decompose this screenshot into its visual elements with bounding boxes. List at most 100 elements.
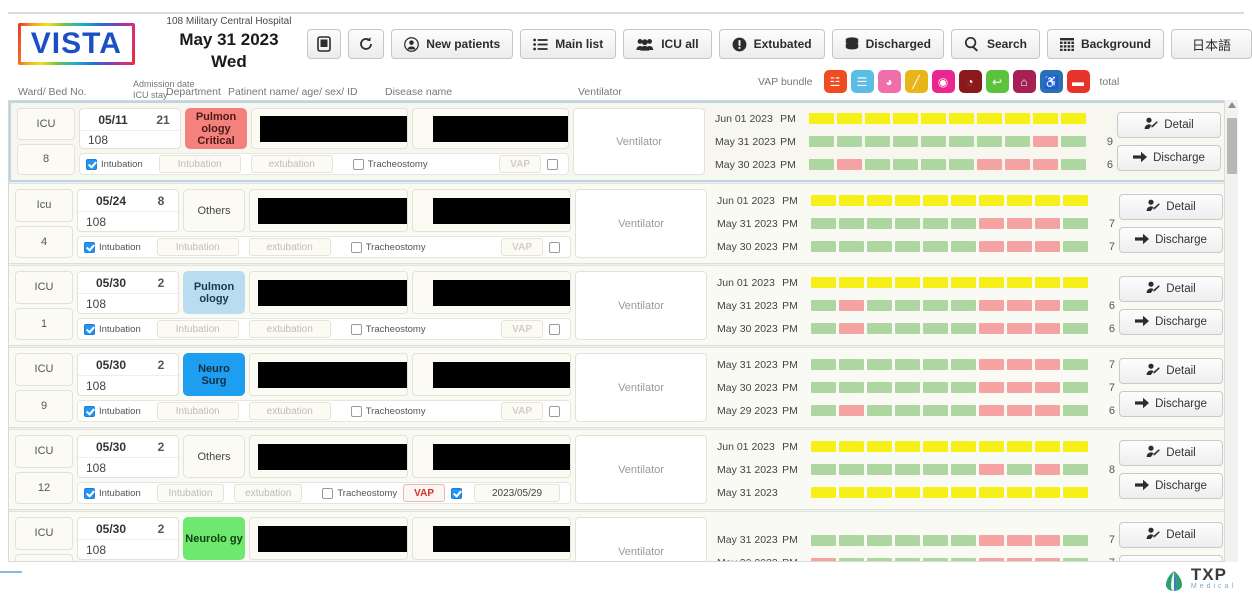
intubation-checkbox-item[interactable]: Intubation	[84, 405, 141, 417]
bundle-cell[interactable]	[837, 159, 863, 170]
bundle-cell[interactable]	[979, 534, 1005, 546]
bundle-cell[interactable]	[949, 159, 975, 170]
bundle-cell[interactable]	[839, 323, 865, 334]
detail-button[interactable]: Detail	[1119, 522, 1223, 548]
intubation-button[interactable]: Intubation	[158, 155, 241, 173]
detail-button[interactable]: Detail	[1119, 440, 1223, 466]
bundle-cell[interactable]	[811, 441, 837, 452]
hand-hygiene-icon[interactable]: ☳	[823, 70, 847, 93]
bundle-cell[interactable]	[1035, 487, 1061, 498]
bundle-cell[interactable]	[1063, 359, 1089, 370]
intubation-button[interactable]: Intubation	[156, 484, 225, 502]
detail-button[interactable]: Detail	[1119, 358, 1223, 384]
cuff-pressure-icon[interactable]: ◉	[931, 70, 955, 93]
bundle-cell[interactable]	[951, 218, 977, 229]
patient-row[interactable]: Icu 4 05/24 8 108 Others Intubation Intubation e…	[9, 183, 1229, 264]
bundle-cell[interactable]	[837, 113, 863, 124]
bundle-cell[interactable]	[951, 405, 977, 416]
bundle-cell[interactable]	[923, 464, 949, 475]
bundle-cell[interactable]	[1035, 277, 1061, 288]
bundle-cell[interactable]	[867, 441, 893, 452]
bundle-cell[interactable]	[923, 441, 949, 452]
bundle-cell[interactable]	[923, 359, 949, 370]
bundle-cell[interactable]	[979, 277, 1005, 288]
bundle-cell[interactable]	[923, 300, 949, 311]
tracheostomy-checkbox[interactable]	[350, 405, 362, 417]
vap-date-field[interactable]: 2023/05/29	[474, 484, 560, 502]
discharge-button[interactable]: Discharge	[1117, 145, 1221, 171]
bundle-cell[interactable]	[1007, 300, 1033, 311]
extubation-button[interactable]: extubation	[248, 402, 331, 420]
bundle-cell[interactable]	[1063, 241, 1089, 252]
bundle-cell[interactable]	[895, 534, 921, 546]
bundle-cell[interactable]	[923, 557, 949, 561]
oral-care-icon[interactable]: ◕	[877, 70, 901, 93]
bundle-cell[interactable]	[867, 300, 893, 311]
bundle-cell[interactable]	[1033, 113, 1059, 124]
bundle-cell[interactable]	[867, 195, 893, 206]
bundle-cell[interactable]	[951, 441, 977, 452]
bundle-cell[interactable]	[979, 195, 1005, 206]
bundle-cell[interactable]	[811, 464, 837, 475]
bundle-cell[interactable]	[923, 218, 949, 229]
bundle-cell[interactable]	[923, 534, 949, 546]
bundle-cell[interactable]	[867, 382, 893, 393]
bundle-cell[interactable]	[979, 218, 1005, 229]
bundle-cell[interactable]	[1007, 218, 1033, 229]
bundle-cell[interactable]	[1007, 382, 1033, 393]
bundle-cell[interactable]	[811, 534, 837, 546]
bundle-cell[interactable]	[923, 487, 949, 498]
bundle-cell[interactable]	[951, 359, 977, 370]
bundle-cell[interactable]	[839, 557, 865, 561]
intubation-button[interactable]: Intubation	[156, 402, 239, 420]
bundle-cell[interactable]	[839, 464, 865, 475]
refresh-button[interactable]	[348, 29, 385, 59]
bundle-cell[interactable]	[1063, 441, 1089, 452]
bundle-cell[interactable]	[867, 241, 893, 252]
bundle-cell[interactable]	[1007, 323, 1033, 334]
vap-button[interactable]: VAP	[501, 320, 543, 338]
discharged-button[interactable]: Discharged	[831, 29, 944, 59]
bundle-cell[interactable]	[839, 359, 865, 370]
bundle-cell[interactable]	[895, 323, 921, 334]
bundle-cell[interactable]	[923, 241, 949, 252]
extubated-button[interactable]: Extubated	[718, 29, 825, 59]
vap-checkbox[interactable]	[547, 158, 558, 170]
language-button[interactable]: 日本語	[1170, 29, 1252, 59]
discharge-button[interactable]: Discharge	[1119, 309, 1223, 335]
intubation-checkbox-item[interactable]: Intubation	[86, 158, 143, 170]
bundle-cell[interactable]	[1063, 195, 1089, 206]
bundle-cell[interactable]	[1005, 113, 1031, 124]
search-button[interactable]: Search	[950, 29, 1040, 59]
vap-button[interactable]: VAP	[501, 402, 543, 420]
bundle-cell[interactable]	[921, 113, 947, 124]
bundle-cell[interactable]	[951, 195, 977, 206]
tablet-view-button[interactable]	[307, 29, 342, 59]
bundle-cell[interactable]	[1007, 534, 1033, 546]
bundle-cell[interactable]	[811, 382, 837, 393]
intubation-checkbox[interactable]	[84, 487, 95, 499]
bundle-cell[interactable]	[865, 113, 891, 124]
bundle-cell[interactable]	[839, 195, 865, 206]
bundle-cell[interactable]	[1035, 195, 1061, 206]
vap-checkbox[interactable]	[549, 323, 560, 335]
bundle-cell[interactable]	[1007, 441, 1033, 452]
bundle-cell[interactable]	[951, 300, 977, 311]
bundle-cell[interactable]	[1063, 382, 1089, 393]
bundle-cell[interactable]	[1035, 441, 1061, 452]
bundle-cell[interactable]	[895, 405, 921, 416]
bundle-cell[interactable]	[951, 464, 977, 475]
bundle-cell[interactable]	[839, 441, 865, 452]
bundle-cell[interactable]	[839, 300, 865, 311]
bundle-cell[interactable]	[867, 218, 893, 229]
vap-button[interactable]: VAP	[403, 484, 445, 502]
bundle-cell[interactable]	[923, 323, 949, 334]
bundle-cell[interactable]	[1005, 159, 1031, 170]
extubation-button[interactable]: extubation	[248, 320, 331, 338]
bundle-cell[interactable]	[1063, 405, 1089, 416]
bundle-cell[interactable]	[839, 277, 865, 288]
bundle-cell[interactable]	[1035, 405, 1061, 416]
bundle-cell[interactable]	[811, 277, 837, 288]
bundle-cell[interactable]	[865, 159, 891, 170]
bundle-cell[interactable]	[865, 136, 891, 147]
